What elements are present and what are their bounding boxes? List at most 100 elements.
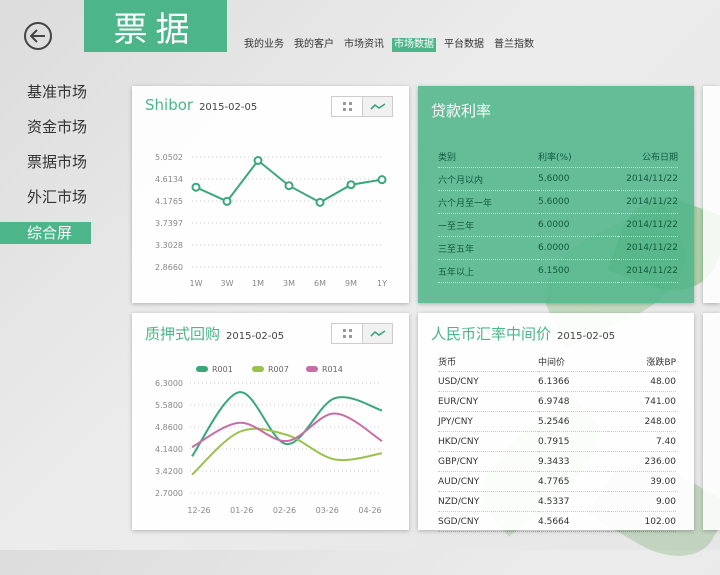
column-header: 公布日期 [618,145,678,168]
legend-label: R007 [268,365,289,374]
y-tick-label: 3.4200 [155,467,183,476]
x-tick-label: 3M [283,279,295,288]
y-tick-label: 3.3028 [155,241,183,250]
y-tick-label: 4.1400 [155,445,183,454]
cell-price: 0.7915 [538,431,608,452]
column-header: 货币 [438,352,538,372]
data-point [191,182,201,192]
table-row: AUD/CNY 4.7765 39.00 [438,471,676,492]
sidebar-item-forex[interactable]: 外汇市场 [0,185,100,220]
cell-price: 4.5337 [538,491,608,512]
legend-swatch [196,366,208,372]
cell-date: 2014/11/22 [618,167,678,191]
sidebar-item-overview[interactable]: 综合屏 [0,222,91,244]
shibor-card: Shibor 2015-02-05 5.0502 4.6134 4.1765 3.739… [132,86,409,303]
data-point [315,197,325,207]
series-line [191,427,383,476]
nav-market-data[interactable]: 市场数据 [392,38,436,52]
y-tick-label: 4.6134 [155,175,183,184]
shibor-chart: 5.0502 4.6134 4.1765 3.7397 3.3028 2.8660 1W 3W… [155,153,387,288]
x-tick-label: 01-26 [230,506,253,515]
side-navigation: 基准市场 资金市场 票据市场 外汇市场 综合屏 [0,80,100,244]
x-tick-label: 12-26 [187,506,210,515]
table-row: EUR/CNY 6.9748 741.00 [438,391,676,412]
cell-term: 三至五年 [438,236,538,260]
y-tick-label: 5.0502 [155,153,183,162]
card-date: 2015-02-05 [557,331,616,342]
data-point [284,181,294,191]
table-row: 三至五年 6.0000 2014/11/22 [438,236,678,260]
data-point [222,196,232,206]
back-button[interactable] [24,22,52,50]
x-tick-label: 02-26 [273,506,296,515]
nav-platform-data[interactable]: 平台数据 [442,38,486,52]
cell-price: 4.7765 [538,471,608,492]
legend-swatch [252,366,264,372]
cell-date: 2014/11/22 [618,213,678,237]
table-row: USD/CNY 6.1366 48.00 [438,371,676,392]
cell-rate: 5.6000 [538,167,618,191]
y-tick-label: 2.8660 [155,263,183,272]
sidebar-item-benchmark[interactable]: 基准市场 [0,80,100,115]
partial-card [703,313,720,530]
x-tick-label: 04-26 [358,506,381,515]
cell-change: 236.00 [608,451,676,472]
table-header: 类别 利率(%) 公布日期 [438,145,678,168]
cell-change: 39.00 [608,471,676,492]
page-title: 票据 [84,0,227,52]
cell-change: 741.00 [608,391,676,412]
cell-currency: EUR/CNY [438,391,538,412]
table-row: JPY/CNY 5.2546 248.00 [438,411,676,432]
cell-price: 9.3433 [538,451,608,472]
arrow-left-icon [30,29,45,43]
cell-currency: AUD/CNY [438,471,538,492]
loan-title: 贷款利率 [431,102,492,120]
legend-label: R014 [322,365,343,374]
x-tick-label: 1Y [377,279,387,288]
nav-pulan-index[interactable]: 普兰指数 [492,38,536,52]
cell-date: 2014/11/22 [618,190,678,214]
cell-change: 7.40 [608,431,676,452]
x-tick-label: 3W [221,279,234,288]
cell-rate: 6.0000 [538,213,618,237]
sidebar-item-bill-market[interactable]: 票据市场 [0,150,100,185]
cell-term: 一至三年 [438,213,538,237]
cell-term: 六个月至一年 [438,190,538,214]
cell-rate: 5.6000 [538,190,618,214]
cell-currency: GBP/CNY [438,451,538,472]
nav-my-business[interactable]: 我的业务 [242,38,286,52]
column-header: 涨跌BP [608,352,676,372]
cell-price: 5.2546 [538,411,608,432]
x-tick-label: 03-26 [316,506,339,515]
series-line [191,412,383,449]
table-row: 六个月以内 5.6000 2014/11/22 [438,167,678,191]
y-tick-label: 4.1765 [155,197,183,206]
loan-rate-table: 类别 利率(%) 公布日期 六个月以内 5.6000 2014/11/22 六个月至… [438,145,678,283]
cell-price: 6.1366 [538,371,608,392]
cell-currency: HKD/CNY [438,431,538,452]
cell-rate: 6.1500 [538,259,618,283]
column-header: 利率(%) [538,145,618,168]
x-tick-label: 1M [252,279,264,288]
legend-label: R001 [212,365,233,374]
sidebar-item-money-market[interactable]: 资金市场 [0,115,100,150]
y-tick-label: 3.7397 [155,219,183,228]
cell-price: 6.9748 [538,391,608,412]
x-tick-label: 1W [190,279,203,288]
nav-market-news[interactable]: 市场资讯 [342,38,386,52]
cell-term: 五年以上 [438,259,538,283]
cell-rate: 6.0000 [538,236,618,260]
table-header: 货币 中间价 涨跌BP [438,352,676,372]
table-row: GBP/CNY 9.3433 236.00 [438,451,676,472]
cell-price: 4.5664 [538,511,608,532]
table-row: 六个月至一年 5.6000 2014/11/22 [438,190,678,214]
fx-card: 人民币汇率中间价 2015-02-05 货币 中间价 涨跌BP USD/CNY 6.… [418,313,694,532]
cell-currency: NZD/CNY [438,491,538,512]
cell-change: 48.00 [608,371,676,392]
partial-card [703,86,720,303]
column-header: 类别 [438,145,538,168]
loan-rate-card: 贷款利率 类别 利率(%) 公布日期 六个月以内 5.6000 2014/11/22… [418,86,694,303]
nav-my-clients[interactable]: 我的客户 [292,38,336,52]
cell-currency: SGD/CNY [438,511,538,532]
legend-swatch [306,366,318,372]
